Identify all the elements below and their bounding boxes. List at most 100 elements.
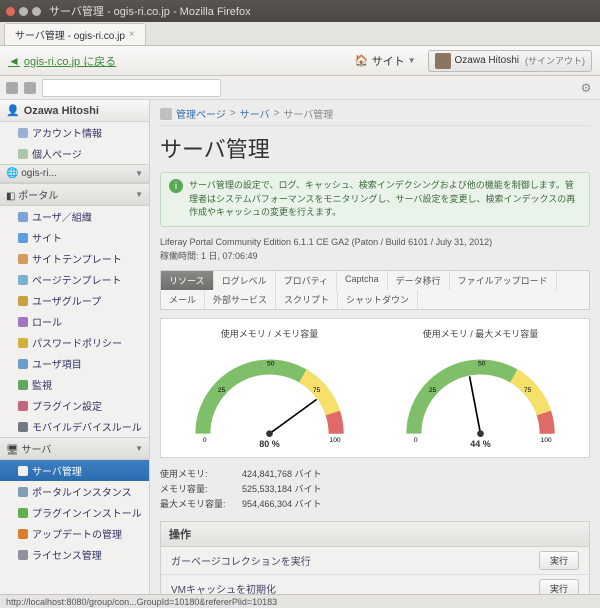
sidebar-portal-item-2[interactable]: サイトテンプレート xyxy=(0,248,149,269)
item-label: サイト xyxy=(32,230,62,245)
mem-key: 最大メモリ容量: xyxy=(160,497,230,510)
sidebar-portal-item-9[interactable]: プラグイン設定 xyxy=(0,395,149,416)
back-label: ogis-ri.co.jp に戻る xyxy=(24,53,116,69)
mem-val: 424,841,768 バイト xyxy=(242,467,322,480)
tab-4[interactable]: データ移行 xyxy=(388,271,450,290)
gauge-chart: 025 5075100 xyxy=(380,342,581,442)
item-label: ユーザ項目 xyxy=(32,356,82,371)
mem-val: 525,533,184 バイト xyxy=(242,482,322,495)
sidebar-server-item-2[interactable]: プラグインインストール xyxy=(0,502,149,523)
item-icon xyxy=(18,550,28,560)
server-tabs: リソースログレベルプロパティCaptchaデータ移行ファイルアップロードメール外… xyxy=(160,270,590,310)
breadcrumb-server[interactable]: サーバ xyxy=(240,106,270,121)
sidebar-searchbar: ⚙ xyxy=(0,76,600,100)
svg-text:50: 50 xyxy=(267,360,275,367)
item-icon xyxy=(18,466,28,476)
sidebar-portal-item-0[interactable]: ユーザ／組織 xyxy=(0,206,149,227)
gear-icon[interactable]: ⚙ xyxy=(578,80,594,96)
sidebar-portal-item-6[interactable]: パスワードポリシー xyxy=(0,332,149,353)
sidebar-section-site[interactable]: 🌐 ogis-ri... ▼ xyxy=(0,164,149,183)
window-titlebar: サーバ管理 - ogis-ri.co.jp - Mozilla Firefox xyxy=(0,0,600,22)
sidebar-section-portal[interactable]: ◧ ポータル ▼ xyxy=(0,183,149,206)
breadcrumb: 管理ページ > サーバ > サーバ管理 xyxy=(160,106,590,126)
item-icon xyxy=(18,254,28,264)
browser-statusbar: http://localhost:8080/group/con...GroupI… xyxy=(0,594,600,608)
sidebar-portal-item-5[interactable]: ロール xyxy=(0,311,149,332)
sidebar-user-header[interactable]: 👤 Ozawa Hitoshi xyxy=(0,100,149,122)
chevron-down-icon: ▼ xyxy=(408,56,416,65)
sidebar-user-item-1[interactable]: 個人ページ xyxy=(0,143,149,164)
sidebar-user-item-0[interactable]: アカウント情報 xyxy=(0,122,149,143)
tab-1[interactable]: ログレベル xyxy=(214,271,276,290)
item-label: ユーザグループ xyxy=(32,293,101,308)
memory-row: 最大メモリ容量:954,466,304 バイト xyxy=(160,496,590,511)
breadcrumb-icon xyxy=(160,108,172,120)
item-label: 個人ページ xyxy=(32,146,82,161)
uptime-text: 稼働時間: 1 日, 07:06:49 xyxy=(160,249,590,262)
mem-key: 使用メモリ: xyxy=(160,467,230,480)
tab-2[interactable]: プロパティ xyxy=(276,271,337,290)
maximize-window-icon[interactable] xyxy=(32,7,41,16)
user-menu[interactable]: Ozawa Hitoshi (サインアウト) xyxy=(428,50,592,72)
item-icon xyxy=(18,317,28,327)
sidebar-portal-item-3[interactable]: ページテンプレート xyxy=(0,269,149,290)
item-label: サーバ管理 xyxy=(32,463,82,478)
window-controls[interactable] xyxy=(6,7,41,16)
memory-row: メモリ容量:525,533,184 バイト xyxy=(160,481,590,496)
window-title: サーバ管理 - ogis-ri.co.jp - Mozilla Firefox xyxy=(49,3,251,19)
server-icon: 🖥 xyxy=(6,445,19,456)
sidebar-portal-item-4[interactable]: ユーザグループ xyxy=(0,290,149,311)
sidebar-server-item-4[interactable]: ライセンス管理 xyxy=(0,544,149,565)
minimize-window-icon[interactable] xyxy=(19,7,28,16)
execute-button[interactable]: 実行 xyxy=(539,551,579,570)
execute-button[interactable]: 実行 xyxy=(539,579,579,595)
chevron-down-icon: ▼ xyxy=(135,444,143,453)
operations-panel: 操作 ガーベージコレクションを実行実行VMキャッシュを初期化実行クラスタ全体のキ… xyxy=(160,521,590,595)
home-icon: 🏠 xyxy=(355,54,369,67)
tab-9[interactable]: シャットダウン xyxy=(338,290,418,309)
close-window-icon[interactable] xyxy=(6,7,15,16)
item-label: ポータルインスタンス xyxy=(32,484,132,499)
sidebar-section-server[interactable]: 🖥 サーバ ▼ xyxy=(0,437,149,460)
nav-prev-icon[interactable] xyxy=(6,82,18,94)
back-to-site-link[interactable]: ◄ ogis-ri.co.jp に戻る xyxy=(8,53,116,69)
sidebar-server-item-0[interactable]: サーバ管理 xyxy=(0,460,149,481)
item-label: アカウント情報 xyxy=(32,125,102,140)
browser-tab[interactable]: サーバ管理 - ogis-ri.co.jp × xyxy=(4,23,146,45)
tab-3[interactable]: Captcha xyxy=(337,271,388,290)
item-icon xyxy=(18,149,28,159)
tab-6[interactable]: メール xyxy=(161,290,205,309)
browser-tabbar: サーバ管理 - ogis-ri.co.jp × xyxy=(0,22,600,46)
portal-icon: ◧ xyxy=(6,191,15,202)
arrow-left-icon: ◄ xyxy=(8,54,20,68)
main-content: 管理ページ > サーバ > サーバ管理 サーバ管理 i サーバ管理の設定で、ログ… xyxy=(150,100,600,594)
tab-5[interactable]: ファイルアップロード xyxy=(450,271,557,290)
sidebar-portal-item-8[interactable]: 監視 xyxy=(0,374,149,395)
memory-row: 使用メモリ: 424,841,768 バイト xyxy=(160,466,590,481)
close-tab-icon[interactable]: × xyxy=(129,29,135,40)
item-label: ページテンプレート xyxy=(32,272,122,287)
tab-8[interactable]: スクリプト xyxy=(276,290,338,309)
sidebar-portal-item-1[interactable]: サイト xyxy=(0,227,149,248)
item-icon xyxy=(18,296,28,306)
tab-7[interactable]: 外部サービス xyxy=(205,290,276,309)
nav-next-icon[interactable] xyxy=(24,82,36,94)
search-input[interactable] xyxy=(42,79,221,97)
svg-text:75: 75 xyxy=(313,387,321,394)
item-icon xyxy=(18,338,28,348)
signout-link[interactable]: (サインアウト) xyxy=(525,54,585,67)
gauge-title: 使用メモリ / 最大メモリ容量 xyxy=(380,327,581,340)
sidebar-portal-item-7[interactable]: ユーザ項目 xyxy=(0,353,149,374)
site-menu[interactable]: 🏠 サイト ▼ xyxy=(355,53,416,69)
sidebar-server-item-1[interactable]: ポータルインスタンス xyxy=(0,481,149,502)
sidebar-server-item-3[interactable]: アップデートの管理 xyxy=(0,523,149,544)
item-icon xyxy=(18,212,28,222)
svg-text:25: 25 xyxy=(429,387,437,394)
sidebar-portal-item-10[interactable]: モバイルデバイスルール xyxy=(0,416,149,437)
breadcrumb-admin[interactable]: 管理ページ xyxy=(176,106,226,121)
tab-0[interactable]: リソース xyxy=(161,271,214,290)
operations-header: 操作 xyxy=(161,522,589,547)
item-label: サイトテンプレート xyxy=(32,251,122,266)
item-icon xyxy=(18,508,28,518)
info-text: サーバ管理の設定で、ログ、キャッシュ、検索インデクシングおよび他の機能を制御しま… xyxy=(189,179,581,220)
